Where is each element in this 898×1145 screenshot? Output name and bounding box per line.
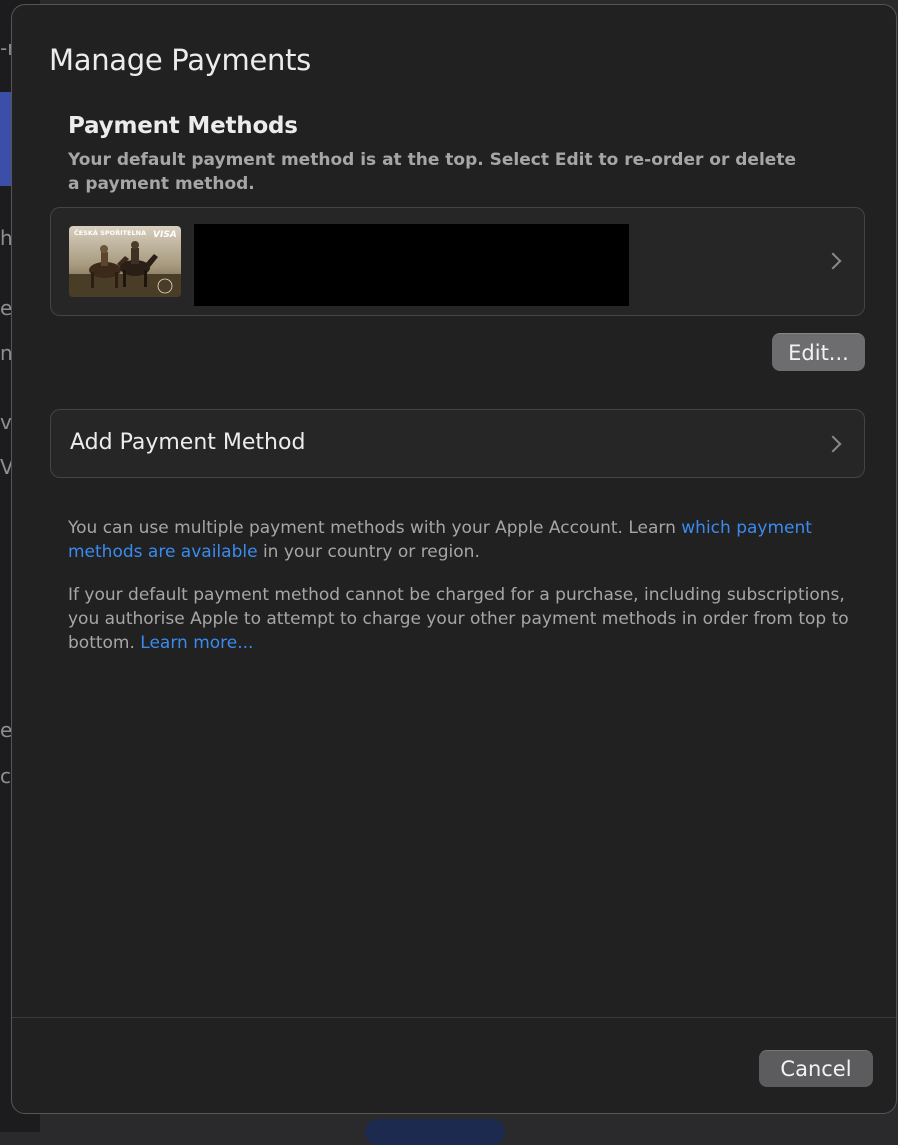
add-payment-method-row[interactable]: Add Payment Method (50, 409, 865, 478)
info-text: You can use multiple payment methods wit… (68, 518, 682, 538)
background-sidebar-selection (0, 92, 11, 186)
cancel-button[interactable]: Cancel (759, 1050, 873, 1087)
edit-button[interactable]: Edit... (772, 333, 865, 371)
card-image: ČESKÁ SPOŘITELNA VISA (69, 226, 181, 297)
background-button (365, 1119, 505, 1145)
payment-methods-heading: Payment Methods (68, 113, 298, 139)
info-text: in your country or region. (257, 542, 480, 562)
chevron-right-icon (824, 252, 842, 270)
payment-card-row[interactable]: ČESKÁ SPOŘITELNA VISA (50, 207, 865, 316)
sheet-title: Manage Payments (49, 43, 311, 77)
charge-order-info: If your default payment method cannot be… (68, 583, 858, 655)
card-issuer-text: ČESKÁ SPOŘITELNA (74, 228, 146, 237)
learn-more-link[interactable]: Learn more... (140, 633, 253, 653)
payment-methods-description: Your default payment method is at the to… (68, 150, 796, 194)
chevron-right-icon (824, 435, 842, 453)
manage-payments-sheet: Manage Payments Payment Methods Your def… (11, 4, 897, 1114)
multiple-methods-info: You can use multiple payment methods wit… (68, 516, 858, 564)
footer-divider (12, 1017, 896, 1018)
visa-logo-text: VISA (153, 230, 177, 240)
background-text-fragment: c (0, 764, 11, 788)
add-payment-method-label: Add Payment Method (70, 430, 306, 455)
card-details-redacted (194, 224, 629, 306)
